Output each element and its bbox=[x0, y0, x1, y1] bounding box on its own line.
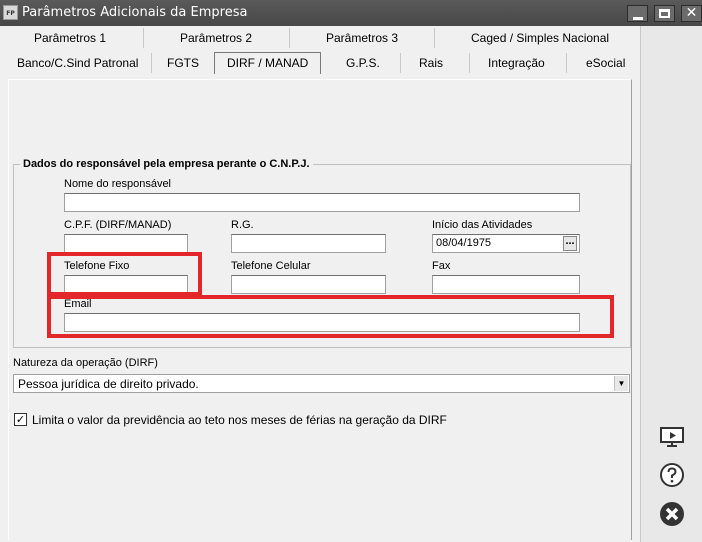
rg-input[interactable] bbox=[231, 234, 386, 253]
natureza-selected-value: Pessoa jurídica de direito privado. bbox=[18, 377, 199, 391]
tab-divider bbox=[566, 53, 567, 73]
tab-banco-sind[interactable]: Banco/C.Sind Patronal bbox=[17, 56, 138, 70]
responsavel-label: Nome do responsável bbox=[64, 178, 172, 190]
inicio-atividades-input[interactable]: 08/04/1975 bbox=[432, 234, 580, 253]
tabs-row-1: Parâmetros 1 Parâmetros 2 Parâmetros 3 C… bbox=[0, 26, 640, 50]
highlight-email bbox=[47, 295, 614, 338]
groupbox-title: Dados do responsável pela empresa perant… bbox=[20, 158, 313, 170]
title-bar: FP Parâmetros Adicionais da Empresa ✕ bbox=[0, 0, 702, 26]
chevron-down-icon[interactable]: ▼ bbox=[614, 376, 628, 391]
tab-gps[interactable]: G.P.S. bbox=[346, 56, 380, 70]
date-picker-button[interactable]: … bbox=[563, 236, 577, 251]
tab-divider bbox=[143, 28, 144, 48]
cpf-label: C.P.F. (DIRF/MANAD) bbox=[64, 219, 172, 231]
fax-input[interactable] bbox=[432, 275, 580, 294]
tab-parametros-3[interactable]: Parâmetros 3 bbox=[326, 31, 398, 45]
telefone-celular-input[interactable] bbox=[231, 275, 386, 294]
maximize-icon bbox=[659, 9, 670, 18]
minimize-icon bbox=[633, 17, 643, 20]
tab-integracao[interactable]: Integração bbox=[488, 56, 545, 70]
highlight-telefone-fixo bbox=[47, 252, 202, 296]
help-icon[interactable] bbox=[659, 462, 685, 488]
tab-divider bbox=[400, 53, 401, 73]
tab-divider bbox=[151, 53, 152, 73]
limita-teto-label: Limita o valor da previdência ao teto no… bbox=[32, 413, 447, 427]
maximize-button[interactable] bbox=[654, 5, 675, 22]
tab-divider bbox=[289, 28, 290, 48]
tab-parametros-1[interactable]: Parâmetros 1 bbox=[34, 31, 106, 45]
tabs-row-2: Banco/C.Sind Patronal FGTS DIRF / MANAD … bbox=[0, 50, 640, 78]
tab-rais[interactable]: Rais bbox=[419, 56, 443, 70]
tab-divider bbox=[434, 28, 435, 48]
minimize-button[interactable] bbox=[627, 5, 648, 22]
natureza-label: Natureza da operação (DIRF) bbox=[13, 357, 158, 369]
limita-teto-checkbox[interactable]: ✓ bbox=[14, 413, 27, 426]
rg-label: R.G. bbox=[231, 219, 254, 231]
inicio-atividades-label: Início das Atividades bbox=[432, 219, 533, 231]
close-icon: ✕ bbox=[685, 5, 698, 21]
natureza-select[interactable]: Pessoa jurídica de direito privado. ▼ bbox=[13, 374, 630, 393]
side-panel bbox=[640, 26, 702, 542]
tab-esocial[interactable]: eSocial bbox=[586, 56, 625, 70]
tab-caged-simples[interactable]: Caged / Simples Nacional bbox=[471, 31, 609, 45]
window-title: Parâmetros Adicionais da Empresa bbox=[22, 5, 248, 20]
exit-icon[interactable] bbox=[659, 501, 685, 527]
presentation-icon[interactable] bbox=[659, 424, 685, 450]
tab-parametros-2[interactable]: Parâmetros 2 bbox=[180, 31, 252, 45]
tab-divider bbox=[469, 53, 470, 73]
tab-dirf-manad[interactable]: DIRF / MANAD bbox=[214, 52, 322, 74]
app-icon: FP bbox=[3, 5, 18, 20]
fax-label: Fax bbox=[432, 260, 451, 272]
telefone-celular-label: Telefone Celular bbox=[231, 260, 311, 272]
responsavel-input[interactable] bbox=[64, 193, 580, 212]
tab-fgts[interactable]: FGTS bbox=[167, 56, 199, 70]
cpf-input[interactable] bbox=[64, 234, 188, 253]
close-window-button[interactable]: ✕ bbox=[681, 5, 702, 22]
